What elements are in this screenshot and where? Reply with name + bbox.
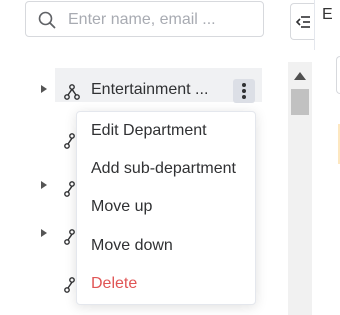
menu-move-up[interactable]: Move up [91, 198, 152, 216]
right-panel-title: E [322, 6, 333, 23]
department-icon [64, 84, 80, 100]
menu-add-sub-department[interactable]: Add sub-department [91, 160, 236, 178]
expand-caret-icon[interactable] [41, 229, 47, 237]
expand-caret-icon[interactable] [41, 181, 47, 189]
collapse-sidebar-button[interactable] [290, 3, 314, 40]
scrollbar-thumb[interactable] [291, 89, 309, 115]
collapse-icon [295, 16, 310, 28]
tree-node-label: Entertainment ... [91, 81, 209, 98]
scroll-up-arrow-icon[interactable] [294, 72, 306, 80]
menu-delete[interactable]: Delete [91, 275, 137, 293]
node-context-menu: Edit Department Add sub-department Move … [76, 111, 256, 305]
search-input[interactable]: Enter name, email ... [25, 1, 264, 37]
menu-move-down[interactable]: Move down [91, 237, 173, 255]
node-more-button[interactable] [233, 79, 255, 103]
menu-edit-department[interactable]: Edit Department [91, 122, 207, 140]
search-placeholder: Enter name, email ... [68, 11, 216, 28]
panel-divider [314, 0, 315, 50]
expand-caret-icon[interactable] [41, 85, 47, 93]
right-panel-field[interactable] [336, 56, 340, 94]
search-icon [38, 11, 56, 29]
